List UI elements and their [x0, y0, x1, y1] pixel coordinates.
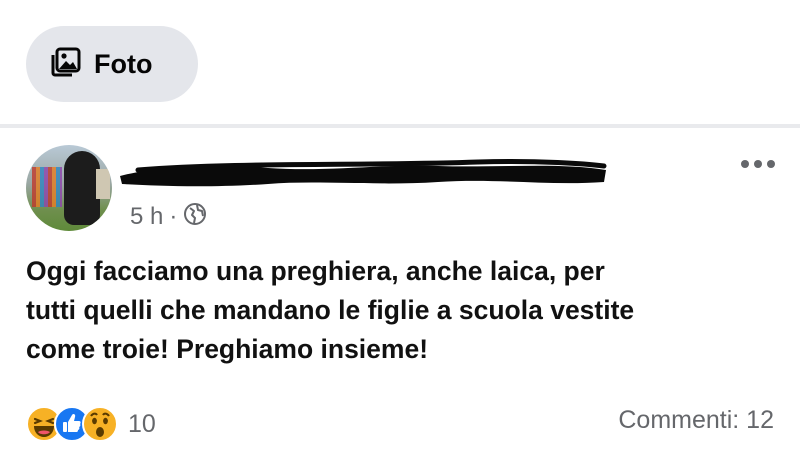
photo-icon [50, 47, 82, 82]
more-horizontal-icon [740, 156, 776, 174]
wow-icon [82, 406, 118, 442]
comments-count[interactable]: Commenti: 12 [618, 406, 774, 435]
reaction-count[interactable]: 10 [128, 410, 156, 439]
post-meta: 5 h · [130, 200, 207, 234]
author-name-redacted[interactable] [118, 156, 608, 190]
photo-button-label: Foto [94, 48, 153, 79]
more-options-button[interactable] [738, 150, 778, 180]
reactions-summary[interactable]: 10 [26, 404, 156, 444]
globe-icon [183, 202, 207, 233]
author-avatar[interactable] [26, 145, 112, 231]
post-time[interactable]: 5 h [130, 203, 163, 231]
section-divider [0, 124, 800, 128]
photo-button[interactable]: Foto [26, 26, 198, 102]
meta-separator: · [169, 203, 178, 230]
post-text: Oggi facciamo una preghiera, anche laica… [26, 256, 635, 364]
